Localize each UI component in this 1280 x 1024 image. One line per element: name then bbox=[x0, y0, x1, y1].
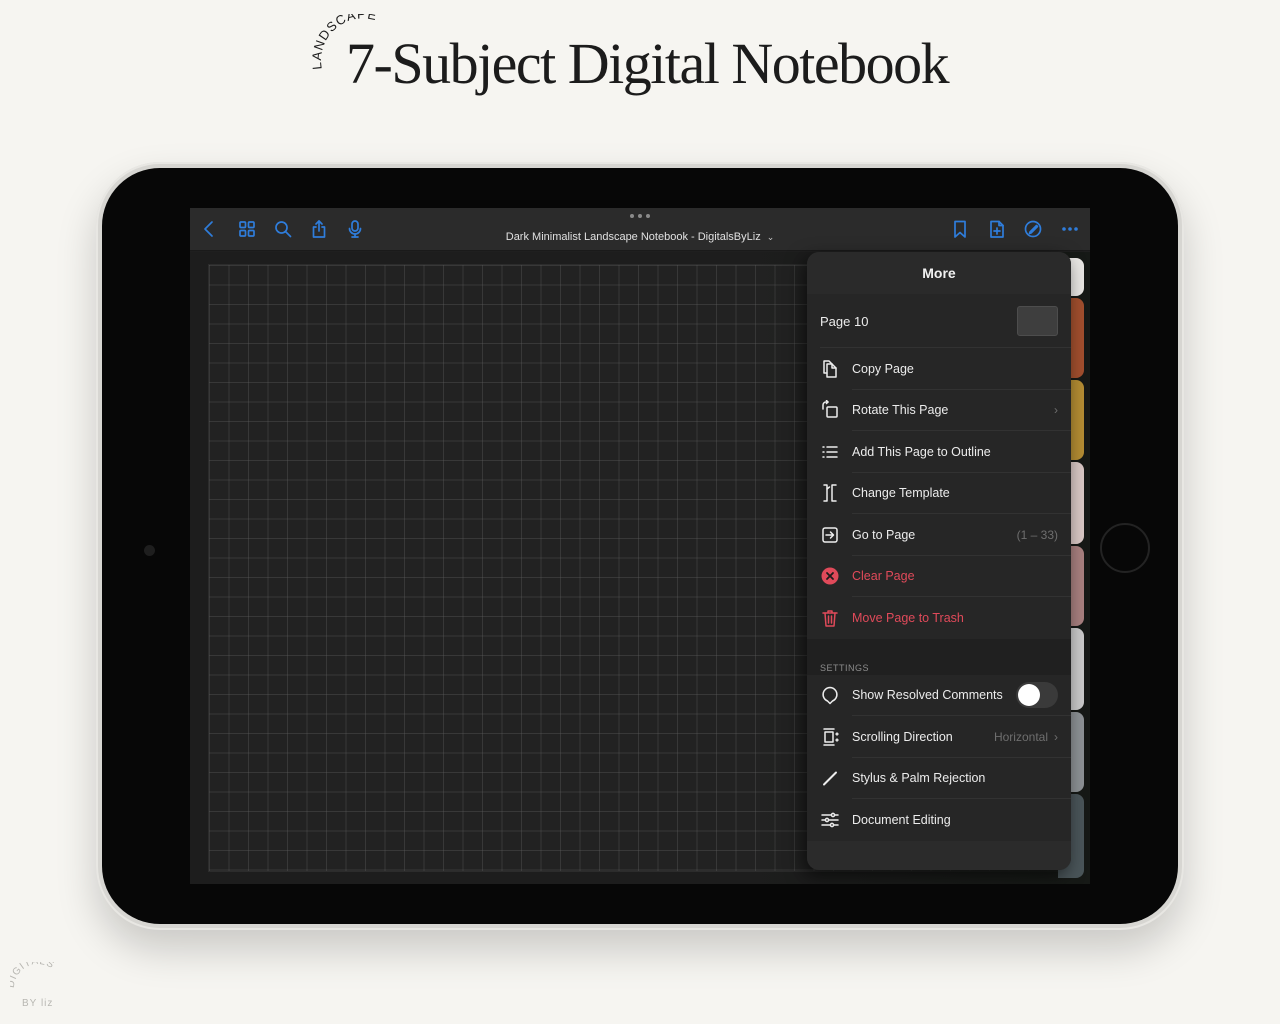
scrolling-direction-label: Scrolling Direction bbox=[852, 729, 953, 744]
sliders-icon bbox=[821, 812, 839, 828]
menu-title: More bbox=[807, 252, 1071, 294]
multitask-handle[interactable] bbox=[630, 214, 650, 220]
rotate-page-label: Rotate This Page bbox=[852, 403, 949, 418]
clear-page-item[interactable]: Clear Page bbox=[807, 556, 1071, 598]
app-screen: Dark Minimalist Landscape Notebook - Dig… bbox=[190, 208, 1090, 884]
copy-page-item[interactable]: Copy Page bbox=[807, 348, 1071, 390]
bookmark-icon bbox=[954, 220, 966, 238]
more-button[interactable] bbox=[1059, 218, 1081, 240]
add-to-outline-item[interactable]: Add This Page to Outline bbox=[807, 431, 1071, 473]
go-to-page-icon bbox=[822, 527, 838, 543]
home-button[interactable] bbox=[1100, 523, 1150, 573]
show-resolved-comments-toggle[interactable] bbox=[1016, 682, 1058, 709]
add-page-button[interactable] bbox=[986, 218, 1008, 240]
clear-circle-x-icon bbox=[821, 567, 839, 585]
scrolling-direction-value: Horizontal bbox=[993, 729, 1048, 744]
chevron-right-icon: › bbox=[1054, 729, 1058, 744]
menu-footer bbox=[807, 840, 1071, 870]
page-label: Page 10 bbox=[820, 313, 869, 329]
toggle-knob bbox=[1018, 684, 1040, 707]
document-editing-item[interactable]: Document Editing bbox=[807, 799, 1071, 841]
scrolling-direction-item[interactable]: Scrolling Direction Horizontal › bbox=[807, 716, 1071, 758]
markup-button[interactable] bbox=[1022, 218, 1044, 240]
settings-section-label: SETTINGS bbox=[807, 648, 1071, 675]
show-resolved-comments-label: Show Resolved Comments bbox=[852, 688, 1003, 703]
page-thumbnail bbox=[1017, 306, 1058, 336]
brand-watermark: DIGITALS BY liz bbox=[10, 962, 56, 1009]
move-to-trash-label: Move Page to Trash bbox=[852, 610, 964, 625]
copy-page-icon bbox=[823, 360, 837, 378]
scroll-direction-icon bbox=[823, 728, 839, 746]
change-template-label: Change Template bbox=[852, 486, 950, 501]
document-editing-label: Document Editing bbox=[852, 812, 951, 827]
chevron-down-icon: ⌄ bbox=[766, 232, 775, 242]
more-menu-popover: More Page 10 Copy Page Rotate This Page … bbox=[807, 252, 1071, 870]
outline-list-icon bbox=[822, 446, 838, 458]
copy-page-label: Copy Page bbox=[852, 361, 914, 376]
front-camera bbox=[144, 545, 155, 556]
markup-pencil-icon bbox=[1024, 220, 1042, 238]
more-ellipsis-icon bbox=[1062, 227, 1078, 231]
change-template-item[interactable]: Change Template bbox=[807, 473, 1071, 515]
section-gap bbox=[807, 638, 1071, 649]
comment-bubble-icon bbox=[822, 687, 838, 705]
stylus-palm-rejection-item[interactable]: Stylus & Palm Rejection bbox=[807, 758, 1071, 800]
move-to-trash-item[interactable]: Move Page to Trash bbox=[807, 597, 1071, 639]
rotate-page-item[interactable]: Rotate This Page › bbox=[807, 390, 1071, 432]
stylus-icon bbox=[823, 771, 837, 786]
trash-icon bbox=[822, 610, 838, 627]
top-toolbar: Dark Minimalist Landscape Notebook - Dig… bbox=[190, 208, 1090, 251]
page-range: (1 – 33) bbox=[1016, 527, 1058, 542]
template-icon bbox=[823, 484, 837, 502]
rotate-page-icon bbox=[822, 400, 838, 418]
current-page-row[interactable]: Page 10 bbox=[807, 294, 1071, 348]
clear-page-label: Clear Page bbox=[852, 569, 915, 584]
go-to-page-item[interactable]: Go to Page (1 – 33) bbox=[807, 514, 1071, 556]
add-to-outline-label: Add This Page to Outline bbox=[852, 444, 991, 459]
hero-title: 7-Subject Digital Notebook bbox=[346, 31, 950, 96]
go-to-page-label: Go to Page bbox=[852, 527, 916, 542]
chevron-right-icon: › bbox=[1054, 403, 1058, 418]
hero-header: LANDSCAPE 7-Subject Digital Notebook bbox=[0, 0, 1280, 120]
bookmark-button[interactable] bbox=[949, 218, 971, 240]
stylus-palm-rejection-label: Stylus & Palm Rejection bbox=[852, 771, 986, 786]
svg-text:DIGITALS: DIGITALS bbox=[10, 962, 56, 989]
show-resolved-comments-item[interactable]: Show Resolved Comments bbox=[807, 675, 1071, 717]
document-title: Dark Minimalist Landscape Notebook - Dig… bbox=[505, 231, 761, 243]
svg-text:BY liz: BY liz bbox=[22, 998, 53, 1009]
add-page-icon bbox=[990, 220, 1004, 238]
